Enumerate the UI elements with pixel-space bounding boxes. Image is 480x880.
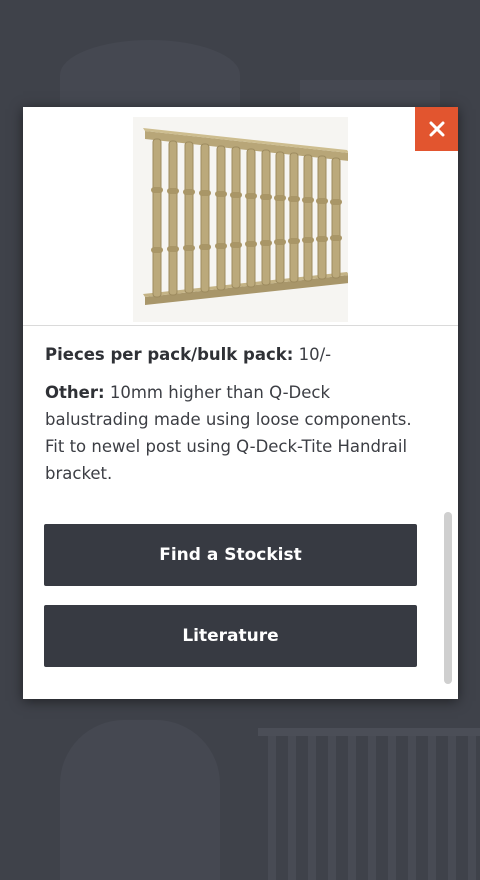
- background-shape: [60, 40, 240, 110]
- detail-label: Other:: [45, 383, 105, 402]
- detail-other: Other: 10mm higher than Q-Deck balustrad…: [45, 379, 420, 487]
- literature-label: Literature: [182, 626, 279, 646]
- detail-value: 10/-: [298, 345, 332, 364]
- find-stockist-label: Find a Stockist: [159, 545, 302, 565]
- product-image-area: [23, 107, 458, 326]
- background-shape: [300, 80, 440, 110]
- product-details: Pieces per pack/bulk pack: 10/- Other: 1…: [45, 341, 420, 498]
- close-button[interactable]: [415, 107, 458, 151]
- background-railing: [258, 728, 480, 880]
- find-stockist-button[interactable]: Find a Stockist: [44, 524, 417, 586]
- detail-pieces-per-pack: Pieces per pack/bulk pack: 10/-: [45, 341, 420, 368]
- close-icon: [429, 121, 444, 137]
- background-shape: [60, 720, 220, 880]
- literature-button[interactable]: Literature: [44, 605, 417, 667]
- detail-label: Pieces per pack/bulk pack:: [45, 345, 294, 364]
- scrollbar-thumb[interactable]: [444, 512, 452, 684]
- product-image: [133, 117, 348, 322]
- product-modal: Pieces per pack/bulk pack: 10/- Other: 1…: [23, 107, 458, 699]
- scrollbar[interactable]: [444, 326, 452, 696]
